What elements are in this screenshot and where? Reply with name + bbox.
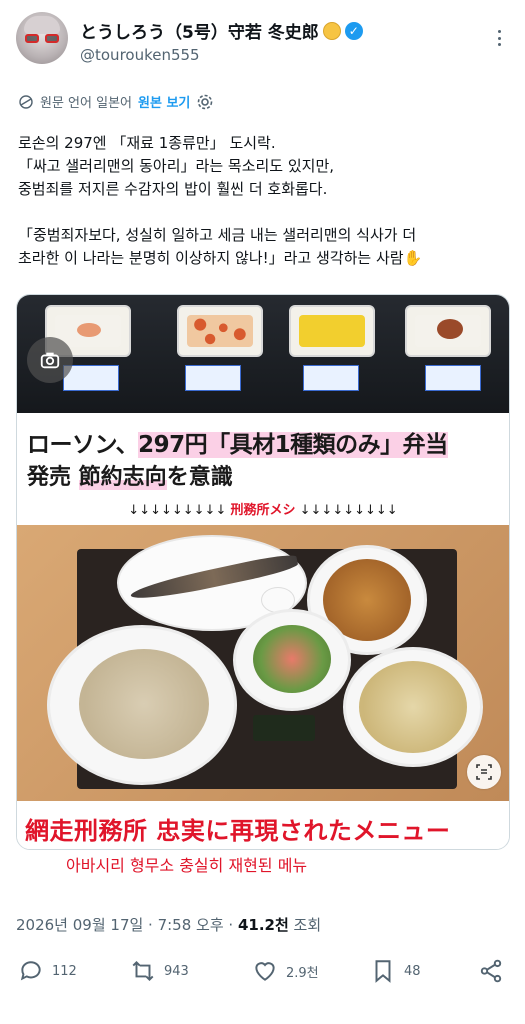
bookmark-count: 48	[404, 963, 421, 979]
bookmark-icon	[375, 960, 391, 983]
media-bottom-caption: 網走刑務所 忠実に再現されたメニュー	[17, 801, 509, 849]
tweet-line: 중범죄를 저지른 수감자의 밥이 훨씬 더 호화롭다.	[18, 180, 328, 198]
tweet-timestamp[interactable]: 2026년 09월 17일 · 7:58 오후 ·	[16, 916, 238, 934]
reply-count: 112	[52, 963, 77, 979]
action-bar: 112 943 2.9천 48	[18, 958, 508, 992]
more-options-icon[interactable]	[489, 26, 509, 50]
share-button[interactable]	[478, 958, 504, 984]
reply-icon	[20, 961, 41, 981]
show-original-link[interactable]: 원본 보기	[138, 92, 190, 111]
tweet-meta: 2026년 09월 17일 · 7:58 오후 · 41.2천 조회	[16, 914, 321, 935]
like-count: 2.9천	[286, 965, 319, 981]
translation-bar: 원문 언어 일본어 원본 보기	[18, 92, 214, 111]
translate-icon	[19, 94, 33, 109]
emoji-face-icon	[322, 21, 341, 40]
avatar[interactable]	[16, 12, 68, 64]
share-icon	[480, 959, 502, 983]
bento-photo	[17, 295, 509, 413]
visual-search-icon[interactable]	[467, 755, 501, 789]
reply-button[interactable]: 112	[18, 958, 77, 984]
view-count-label: 조회	[288, 916, 322, 934]
tweet-line: 「중범죄자보다, 성실히 일하고 세금 내는 샐러리맨의 식사가 더	[18, 226, 417, 244]
bookmark-button[interactable]: 48	[370, 958, 421, 984]
gear-icon[interactable]	[196, 93, 214, 111]
author-name-row[interactable]: とうしろう（5号）守若 冬史郎 ✓	[80, 18, 363, 43]
repost-count: 943	[164, 963, 189, 979]
tweet-text: 로손의 297엔 「재료 1종류만」 도시락. 「싸고 샐러리맨의 동아리」라는…	[18, 132, 513, 270]
headline-line-1: ローソン、297円「具材1種類のみ」弁当	[27, 432, 448, 458]
repost-button[interactable]: 943	[130, 958, 189, 984]
arrows-label: ↓↓↓↓↓↓↓↓↓ 刑務所メシ ↓↓↓↓↓↓↓↓↓	[128, 503, 398, 518]
tweet-line: 「싸고 샐러리맨의 동아리」라는 목소리도 있지만,	[18, 157, 335, 175]
tweet-media-image[interactable]: ローソン、297円「具材1種類のみ」弁当 発売 節約志向を意識 ↓↓↓↓↓↓↓↓…	[16, 294, 510, 850]
tweet-header: とうしろう（5号）守若 冬史郎 ✓ @tourouken555	[16, 12, 509, 72]
tweet-line: 초라한 이 나라는 분명히 이상하지 않나!」라고 생각하는 사람✋	[18, 249, 423, 267]
view-count: 41.2천	[237, 916, 289, 934]
tweet-line: 로손의 297엔 「재료 1종류만」 도시락.	[18, 134, 276, 152]
prison-meal-photo	[17, 525, 509, 801]
headline-line-2: 発売 節約志向を意識	[27, 465, 233, 490]
author-display-name[interactable]: とうしろう（5号）守若 冬史郎	[80, 18, 319, 43]
camera-lens-icon[interactable]	[27, 337, 73, 383]
media-translation-text: 아바시리 형무소 충실히 재현된 메뉴	[66, 856, 308, 875]
like-button[interactable]: 2.9천	[252, 958, 319, 984]
repost-icon	[132, 960, 154, 982]
source-language-label: 원문 언어 일본어	[40, 96, 132, 111]
verified-badge-icon: ✓	[344, 21, 363, 40]
author-handle[interactable]: @tourouken555	[80, 46, 200, 64]
media-headline: ローソン、297円「具材1種類のみ」弁当 発売 節約志向を意識 ↓↓↓↓↓↓↓↓…	[17, 413, 509, 525]
heart-icon	[255, 962, 275, 981]
